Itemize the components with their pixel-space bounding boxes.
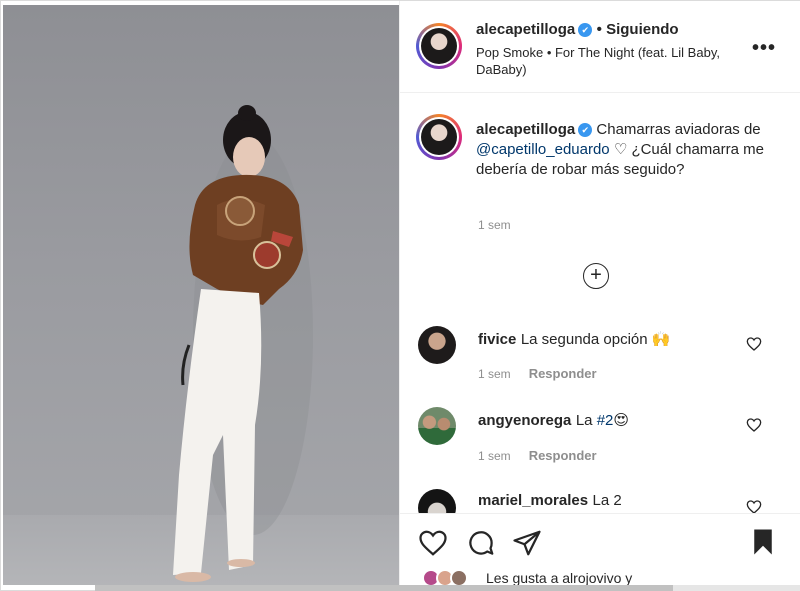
comment-text: La segunda opción 🙌	[520, 331, 671, 348]
post-action-bar: Les gusta a alrojovivo y	[400, 513, 800, 591]
comment-text: La #2😍	[576, 412, 629, 429]
add-circle-icon[interactable]: +	[583, 263, 609, 289]
verified-badge-icon: ✔	[578, 23, 593, 37]
caption-text-start: Chamarras aviadoras de	[596, 121, 761, 138]
comment-meta: 1 sem Responder	[478, 365, 597, 383]
comment-body: fivice La segunda opción 🙌	[478, 330, 670, 349]
horizontal-scrollbar[interactable]	[95, 585, 800, 591]
comment-meta: 1 sem Responder	[478, 447, 597, 465]
caption-timestamp[interactable]: 1 sem	[478, 218, 511, 232]
comment-text: La 2	[592, 492, 622, 509]
comment-body: mariel_morales La 2	[478, 492, 622, 510]
author-username[interactable]: alecapetilloga	[476, 21, 575, 38]
share-icon[interactable]	[512, 528, 542, 558]
post-photo[interactable]	[3, 5, 399, 585]
comment-emoji: 😍	[613, 412, 630, 429]
scrollbar-thumb[interactable]	[95, 585, 673, 591]
reply-button[interactable]: Responder	[529, 448, 597, 463]
post-details-panel: alecapetilloga ✔ • Siguiendo Pop Smoke • …	[399, 1, 800, 591]
author-avatar[interactable]	[416, 23, 462, 69]
likes-summary[interactable]: Les gusta a alrojovivo y	[486, 570, 632, 586]
comment-timestamp[interactable]: 1 sem	[478, 367, 511, 381]
caption-author-avatar[interactable]	[416, 114, 462, 160]
comment-username[interactable]: angyenorega	[478, 412, 571, 429]
author-line: alecapetilloga ✔ • Siguiendo	[476, 21, 679, 39]
verified-badge-icon: ✔	[578, 123, 593, 137]
more-options-icon[interactable]: •••	[752, 37, 776, 60]
comment-text-prefix: La	[575, 412, 597, 429]
comment-avatar[interactable]	[418, 326, 456, 364]
post-caption: alecapetilloga ✔ Chamarras aviadoras de @…	[476, 120, 786, 180]
comment-username[interactable]: mariel_morales	[478, 492, 588, 509]
post-header: alecapetilloga ✔ • Siguiendo Pop Smoke • …	[400, 1, 800, 93]
comment-like-heart-icon[interactable]	[746, 336, 762, 352]
song-link[interactable]: Pop Smoke • For The Night (feat. Lil Bab…	[476, 44, 744, 78]
instagram-post-modal: alecapetilloga ✔ • Siguiendo Pop Smoke • …	[0, 0, 800, 591]
heart-icon[interactable]	[418, 528, 448, 558]
comment-timestamp[interactable]: 1 sem	[478, 449, 511, 463]
caption-mention-link[interactable]: @capetillo_eduardo	[476, 141, 610, 158]
comment-icon[interactable]	[466, 528, 496, 558]
caption-username[interactable]: alecapetilloga	[476, 121, 575, 138]
comment-like-heart-icon[interactable]	[746, 417, 762, 433]
hashtag-link[interactable]: #2	[597, 412, 614, 429]
following-status[interactable]: • Siguiendo	[597, 21, 679, 38]
comment-body: angyenorega La #2😍	[478, 411, 629, 430]
bookmark-icon[interactable]	[748, 526, 778, 558]
comment-username[interactable]: fivice	[478, 331, 516, 348]
reply-button[interactable]: Responder	[529, 366, 597, 381]
comment-avatar[interactable]	[418, 407, 456, 445]
woman-in-bomber-jacket-illustration	[173, 105, 313, 582]
